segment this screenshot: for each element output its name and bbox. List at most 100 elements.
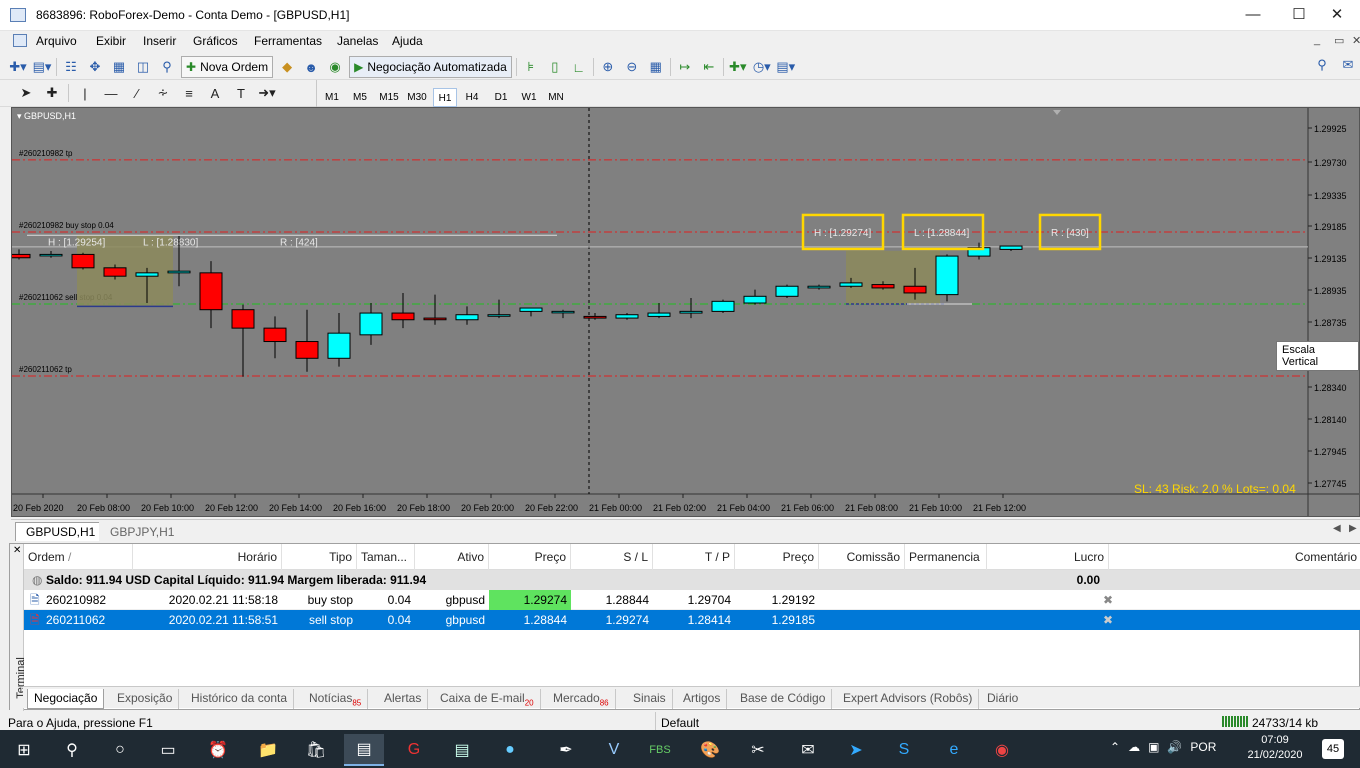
- fibonacci-icon[interactable]: ≡: [179, 84, 199, 102]
- periods-icon[interactable]: ◷▾: [752, 58, 772, 76]
- tile-windows-icon[interactable]: ▦: [646, 58, 666, 76]
- chart-shift-icon[interactable]: ⇤: [699, 58, 719, 76]
- tray-chevron-icon[interactable]: ⌃: [1110, 740, 1120, 754]
- app-chart-icon[interactable]: ▤: [442, 734, 482, 766]
- tf-mn[interactable]: MN: [544, 88, 568, 107]
- tab-email[interactable]: Caixa de E-mail20: [434, 689, 541, 709]
- trendline-icon[interactable]: ∕: [127, 84, 147, 102]
- windows-start-icon[interactable]: ⊞: [4, 734, 44, 766]
- auto-trading-button[interactable]: ▶ Negociação Automatizada: [349, 56, 512, 78]
- tf-w1[interactable]: W1: [517, 88, 541, 107]
- tf-m1[interactable]: M1: [320, 88, 344, 107]
- menu-arquivo[interactable]: Arquivo: [36, 34, 77, 48]
- arrows-icon[interactable]: ➜▾: [257, 84, 277, 102]
- app-fbs-icon[interactable]: FBS: [640, 734, 680, 766]
- mdi-close-icon[interactable]: ✕: [1352, 34, 1360, 47]
- language-indicator[interactable]: POR: [1190, 740, 1216, 754]
- menu-inserir[interactable]: Inserir: [143, 34, 176, 48]
- templates-icon[interactable]: ▤▾: [776, 58, 796, 76]
- menu-janelas[interactable]: Janelas: [337, 34, 378, 48]
- col-preco-atual[interactable]: Preço: [735, 544, 819, 570]
- metatrader-icon[interactable]: ▤: [344, 734, 384, 766]
- terminal-close-icon[interactable]: ✕: [13, 545, 21, 556]
- tf-m5[interactable]: M5: [348, 88, 372, 107]
- auto-scroll-icon[interactable]: ↦: [675, 58, 695, 76]
- app-feather-icon[interactable]: ✒: [546, 734, 586, 766]
- minimize-button[interactable]: —: [1230, 0, 1276, 30]
- clock[interactable]: 07:09 21/02/2020: [1240, 733, 1310, 763]
- tab-exposicao[interactable]: Exposição: [111, 689, 180, 709]
- menu-graficos[interactable]: Gráficos: [193, 34, 238, 48]
- tf-h1[interactable]: H1: [433, 88, 457, 107]
- menu-ferramentas[interactable]: Ferramentas: [254, 34, 322, 48]
- crosshair-icon[interactable]: ✚: [42, 84, 62, 102]
- col-permanencia[interactable]: Permanencia: [905, 544, 987, 570]
- col-lucro[interactable]: Lucro: [987, 544, 1109, 570]
- price-chart[interactable]: 1.29925 1.29730 1.29335 1.29185 1.29135 1.289…: [12, 108, 1359, 516]
- zoom-in-icon[interactable]: ⊕: [598, 58, 618, 76]
- menu-ajuda[interactable]: Ajuda: [392, 34, 423, 48]
- col-sl[interactable]: S / L: [571, 544, 653, 570]
- vertical-line-icon[interactable]: |: [75, 84, 95, 102]
- tab-alertas[interactable]: Alertas: [378, 689, 429, 709]
- volume-icon[interactable]: 🔊: [1167, 740, 1182, 754]
- alarm-app-icon[interactable]: ⏰: [198, 734, 238, 766]
- tab-historico[interactable]: Histórico da conta: [185, 689, 295, 709]
- file-explorer-icon[interactable]: 📁: [248, 734, 288, 766]
- col-comentario[interactable]: Comentário: [1109, 544, 1360, 570]
- chat-icon[interactable]: ✉: [1338, 56, 1358, 74]
- skype-icon[interactable]: S: [884, 734, 924, 766]
- col-tamanho[interactable]: Taman...: [357, 544, 415, 570]
- col-preco[interactable]: Preço: [489, 544, 571, 570]
- metaeditor-icon[interactable]: ◆: [277, 58, 297, 76]
- mdi-restore-icon[interactable]: ▭: [1334, 34, 1344, 47]
- col-ativo[interactable]: Ativo: [415, 544, 489, 570]
- order-tp[interactable]: 1.28414: [653, 610, 735, 630]
- app-g-icon[interactable]: G: [394, 734, 434, 766]
- mdi-minimize-icon[interactable]: _: [1314, 34, 1320, 46]
- chart-tab-gbpjpy[interactable]: GBPJPY,H1: [99, 522, 186, 541]
- search-icon[interactable]: ⚲: [52, 734, 92, 766]
- col-ordem[interactable]: Ordem /: [24, 544, 133, 570]
- tab-base-codigo[interactable]: Base de Código: [734, 689, 833, 709]
- col-tipo[interactable]: Tipo: [282, 544, 357, 570]
- tf-m15[interactable]: M15: [376, 88, 402, 107]
- store-icon[interactable]: 🛍: [296, 734, 336, 766]
- task-view-icon[interactable]: ▭: [148, 734, 188, 766]
- cortana-icon[interactable]: ○: [100, 734, 140, 766]
- strategy-tester-icon[interactable]: ⚲: [157, 58, 177, 76]
- tab-diario[interactable]: Diário: [981, 689, 1024, 709]
- col-comissao[interactable]: Comissão: [819, 544, 905, 570]
- snipping-icon[interactable]: ✂: [738, 734, 778, 766]
- delete-order-icon[interactable]: ✖: [1099, 610, 1117, 630]
- profiles-icon[interactable]: ▤▾: [32, 58, 52, 76]
- tf-d1[interactable]: D1: [489, 88, 513, 107]
- mail-icon[interactable]: ✉: [788, 734, 828, 766]
- new-chart-icon[interactable]: ✚▾: [8, 58, 28, 76]
- text-label-icon[interactable]: T: [231, 84, 251, 102]
- terminal-icon[interactable]: ◫: [133, 58, 153, 76]
- indicators-icon[interactable]: ✚▾: [728, 58, 748, 76]
- order-sl[interactable]: 1.28844: [571, 590, 653, 610]
- order-tp[interactable]: 1.29704: [653, 590, 735, 610]
- tab-sinais[interactable]: Sinais: [627, 689, 673, 709]
- channel-icon[interactable]: ∻: [153, 84, 173, 102]
- data-window-icon[interactable]: ▦: [109, 58, 129, 76]
- cloud-icon[interactable]: ☁: [1128, 740, 1140, 754]
- network-icon[interactable]: ▣: [1148, 740, 1159, 754]
- tf-m30[interactable]: M30: [404, 88, 430, 107]
- app-stripes-icon[interactable]: ●: [490, 734, 530, 766]
- line-chart-icon[interactable]: ∟: [569, 58, 589, 76]
- col-horario[interactable]: Horário: [133, 544, 282, 570]
- text-icon[interactable]: A: [205, 84, 225, 102]
- horizontal-line-icon[interactable]: —: [101, 84, 121, 102]
- tab-noticias[interactable]: Notícias85: [303, 689, 369, 709]
- tab-negociacao[interactable]: Negociação: [27, 689, 105, 709]
- paint-icon[interactable]: 🎨: [690, 734, 730, 766]
- delete-order-icon[interactable]: ✖: [1099, 590, 1117, 610]
- table-row[interactable]: 🗎 260211062 2020.02.21 11:58:51 sell sto…: [24, 610, 1360, 630]
- candle-chart-icon[interactable]: ▯: [545, 58, 565, 76]
- app-v-icon[interactable]: V: [594, 734, 634, 766]
- signals-icon[interactable]: ◉: [325, 58, 345, 76]
- tab-scroll-left-icon[interactable]: ◀: [1333, 523, 1341, 534]
